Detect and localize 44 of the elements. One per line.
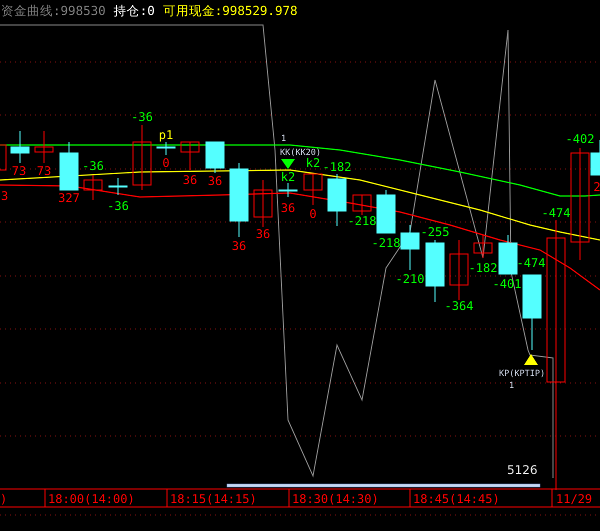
candle-label: -255: [420, 225, 450, 239]
candle-label: -36: [82, 159, 104, 173]
candle-label: -402: [566, 132, 594, 146]
candle-label: 2: [593, 180, 600, 194]
signal-name: KK(KK20): [280, 148, 321, 158]
candle-label: -401: [492, 277, 522, 291]
signal-count: 1: [281, 134, 286, 144]
candle-label: 36: [280, 201, 296, 215]
candle-label: -218: [372, 236, 400, 250]
candle-label: -182: [322, 160, 352, 174]
candle-label: -364: [444, 299, 474, 313]
signal-count: 1: [509, 381, 514, 391]
time-axis-label: 11/29: [556, 492, 592, 506]
candle-label: -218: [348, 214, 376, 228]
candle-label: k2: [306, 156, 320, 170]
candle-label: -182: [468, 261, 498, 275]
cash-label: 可用现金:998529.978: [162, 2, 298, 20]
position-label: 持仓:0: [114, 2, 155, 20]
time-axis-label: 18:00(14:00): [48, 492, 135, 506]
candle-label: -474: [516, 256, 546, 270]
signal-name: KP(KPTIP): [499, 369, 546, 379]
candle-label: k2: [280, 170, 296, 184]
candle-label: 36: [208, 174, 222, 188]
candle-label: -36: [107, 199, 129, 213]
equity-label: 资金曲线:998530: [1, 2, 106, 20]
time-axis-label: 18:45(14:45): [413, 492, 500, 506]
candle-label: 3: [1, 189, 8, 203]
time-axis-label: 18:30(14:30): [292, 492, 379, 506]
candle-label: 73: [36, 164, 52, 178]
candle-label: -474: [542, 206, 570, 220]
candle-label: 36: [182, 173, 198, 187]
candle-label: 73: [12, 164, 26, 178]
candle-label: 327: [58, 191, 80, 205]
candle-label: p1: [158, 128, 174, 142]
candle-label: 0: [162, 156, 170, 170]
time-axis-label: ): [0, 492, 8, 506]
time-axis-label: 18:15(14:15): [170, 492, 257, 506]
candle-label: -36: [131, 110, 153, 124]
equity-end-label: 5126: [507, 463, 538, 477]
candle-label: -210: [396, 272, 424, 286]
candle-label: 36: [256, 227, 270, 241]
scrollbar[interactable]: [226, 484, 540, 488]
candle-label: 0: [309, 207, 317, 221]
candle-label: 36: [232, 239, 246, 253]
